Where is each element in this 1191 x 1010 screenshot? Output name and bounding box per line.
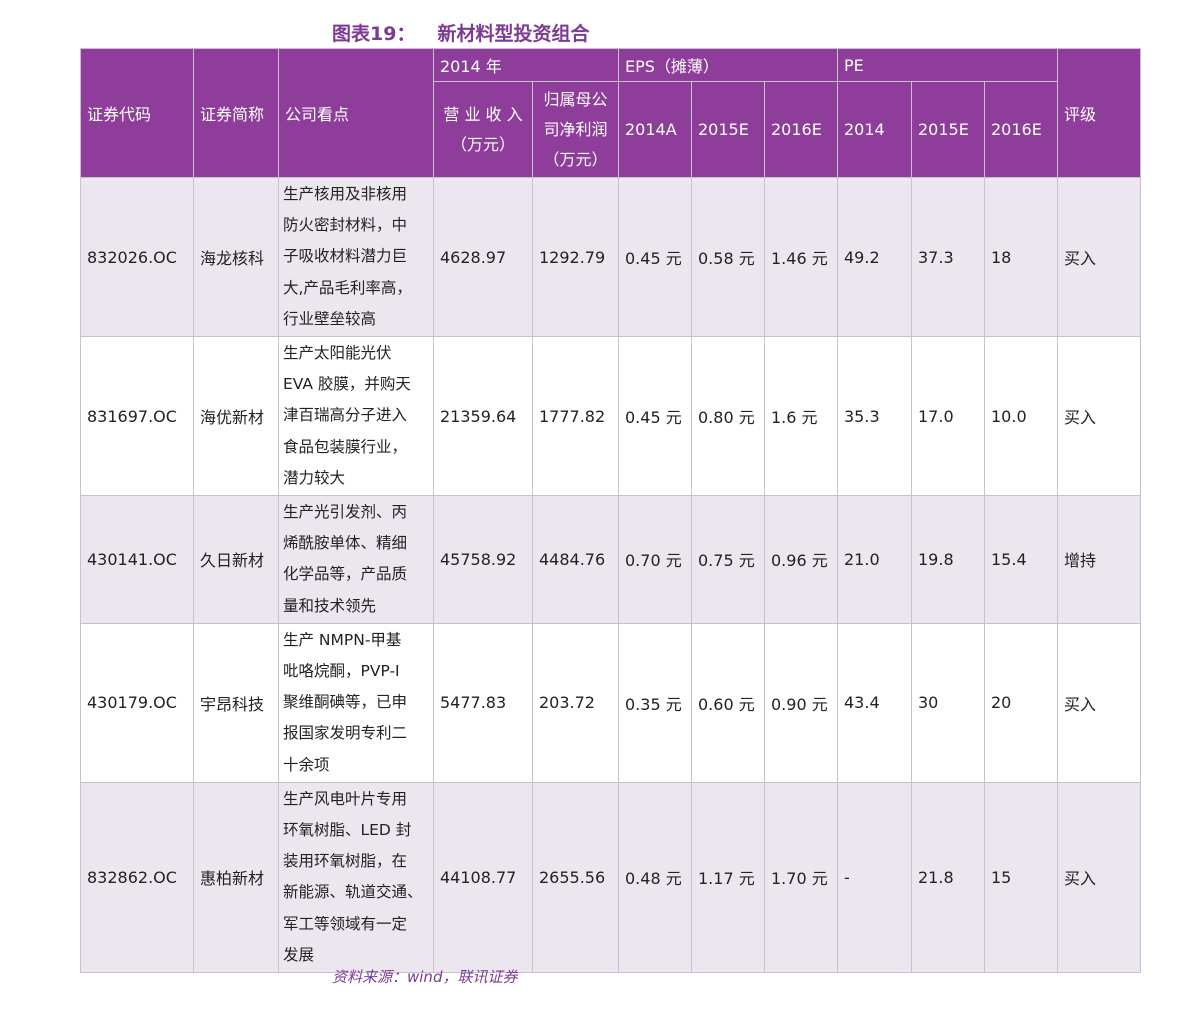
cell-code: 430179.OC [80,622,194,783]
header-eps-group: EPS（摊薄） [618,48,838,82]
cell-pe-2014: 49.2 [837,176,912,338]
table-row: 430141.OC 久日新材 生产光引发剂、丙 烯酰胺单体、精细 化学品等，产品质量… [80,495,1141,624]
cell-eps-2015e: 0.75 元 [691,495,765,624]
cell-view: 生产核用及非核用 防火密封材料，中 子吸收材料潜力巨 大,产品毛利率高， 行业壁垒较高 [278,176,434,338]
cell-name: 海优新材 [193,336,279,497]
cell-eps-2016e: 0.90 元 [764,622,838,783]
cell-revenue: 45758.92 [433,495,533,624]
cell-revenue: 44108.77 [433,781,533,974]
figure-title: 图表19： 新材料型投资组合 [332,20,589,48]
header-eps-2014a: 2014A [618,81,692,178]
cell-pe-2015e: 37.3 [911,176,985,338]
cell-rating: 买入 [1057,336,1141,497]
cell-pe-2016e: 15.4 [984,495,1058,624]
cell-code: 832862.OC [80,781,194,974]
cell-eps-2015e: 0.60 元 [691,622,765,783]
header-short-name: 证券简称 [193,48,279,178]
header-pe-2014: 2014 [837,81,912,178]
header-eps-2016e: 2016E [764,81,838,178]
cell-rating: 买入 [1057,176,1141,338]
cell-profit: 1292.79 [532,176,619,338]
cell-eps-2014a: 0.35 元 [618,622,692,783]
cell-pe-2014: 21.0 [837,495,912,624]
cell-code: 832026.OC [80,176,194,338]
table-header: 证券代码 证券简称 公司看点 2014 年 EPS（摊薄） PE 评级 营 业 … [80,48,1141,178]
cell-name: 海龙核科 [193,176,279,338]
cell-code: 831697.OC [80,336,194,497]
cell-pe-2015e: 19.8 [911,495,985,624]
table-row: 430179.OC 宇昂科技 生产 NMPN-甲基 吡咯烷酮，PVP-I 聚维酮碘等… [80,622,1141,783]
header-code: 证券代码 [80,48,194,178]
cell-profit: 1777.82 [532,336,619,497]
cell-view: 生产 NMPN-甲基 吡咯烷酮，PVP-I 聚维酮碘等，已申 报国家发明专利二 十余项 [278,622,434,783]
cell-view: 生产太阳能光伏 EVA 胶膜，并购天 津百瑞高分子进入 食品包装膜行业， 潜力较大 [278,336,434,497]
cell-revenue: 21359.64 [433,336,533,497]
source-note: 资料来源：wind，联讯证券 [332,968,518,986]
header-eps-2015e: 2015E [691,81,765,178]
cell-revenue: 5477.83 [433,622,533,783]
table-row: 832026.OC 海龙核科 生产核用及非核用 防火密封材料，中 子吸收材料潜力巨大… [80,176,1141,338]
table-row: 831697.OC 海优新材 生产太阳能光伏 EVA 胶膜，并购天 津百瑞高分子进入… [80,336,1141,497]
cell-eps-2014a: 0.48 元 [618,781,692,974]
cell-view: 生产光引发剂、丙 烯酰胺单体、精细 化学品等，产品质 量和技术领先 [278,495,434,624]
portfolio-table: 证券代码 证券简称 公司看点 2014 年 EPS（摊薄） PE 评级 营 业 … [80,48,1141,974]
cell-eps-2014a: 0.45 元 [618,336,692,497]
cell-pe-2014: - [837,781,912,974]
cell-revenue: 4628.97 [433,176,533,338]
cell-name: 久日新材 [193,495,279,624]
cell-rating: 买入 [1057,622,1141,783]
header-view: 公司看点 [278,48,434,178]
header-profit: 归属母公 司净利润 （万元） [532,81,619,178]
cell-rating: 增持 [1057,495,1141,624]
header-rating: 评级 [1057,48,1141,178]
cell-view: 生产风电叶片专用 环氧树脂、LED 封装用环氧树脂，在 新能源、轨道交通、 军工等领域… [278,781,434,974]
cell-pe-2016e: 15 [984,781,1058,974]
cell-pe-2015e: 21.8 [911,781,985,974]
header-revenue: 营 业 收 入 （万元） [433,81,533,178]
cell-eps-2015e: 0.58 元 [691,176,765,338]
cell-code: 430141.OC [80,495,194,624]
cell-profit: 4484.76 [532,495,619,624]
table-row: 832862.OC 惠柏新材 生产风电叶片专用 环氧树脂、LED 封装用环氧树脂，… [80,781,1141,974]
cell-profit: 203.72 [532,622,619,783]
cell-eps-2015e: 1.17 元 [691,781,765,974]
cell-pe-2016e: 20 [984,622,1058,783]
header-pe-group: PE [837,48,1058,82]
cell-eps-2016e: 1.70 元 [764,781,838,974]
header-year-group: 2014 年 [433,48,619,82]
cell-rating: 买入 [1057,781,1141,974]
figure-name: 新材料型投资组合 [437,23,590,45]
header-pe-2016e: 2016E [984,81,1058,178]
header-pe-2015e: 2015E [911,81,985,178]
cell-pe-2015e: 30 [911,622,985,783]
cell-eps-2016e: 1.6 元 [764,336,838,497]
cell-name: 宇昂科技 [193,622,279,783]
cell-pe-2016e: 18 [984,176,1058,338]
cell-eps-2015e: 0.80 元 [691,336,765,497]
figure-label: 图表19： [332,23,416,45]
cell-eps-2014a: 0.45 元 [618,176,692,338]
cell-eps-2014a: 0.70 元 [618,495,692,624]
cell-profit: 2655.56 [532,781,619,974]
cell-pe-2014: 35.3 [837,336,912,497]
table-body: 832026.OC 海龙核科 生产核用及非核用 防火密封材料，中 子吸收材料潜力巨大… [80,176,1141,974]
cell-pe-2014: 43.4 [837,622,912,783]
cell-eps-2016e: 1.46 元 [764,176,838,338]
cell-pe-2015e: 17.0 [911,336,985,497]
cell-name: 惠柏新材 [193,781,279,974]
cell-pe-2016e: 10.0 [984,336,1058,497]
cell-eps-2016e: 0.96 元 [764,495,838,624]
